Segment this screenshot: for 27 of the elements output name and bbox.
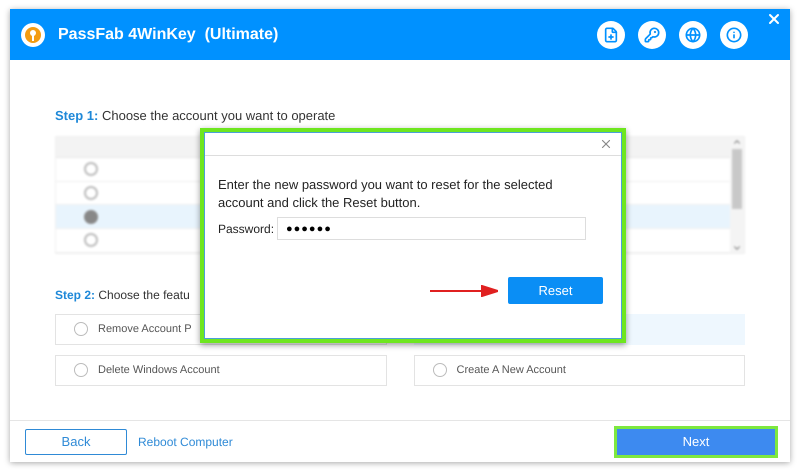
radio-button[interactable] <box>84 186 98 200</box>
globe-icon[interactable] <box>679 21 707 49</box>
logo-icon <box>20 22 46 48</box>
feature-option[interactable]: Create A New Account <box>414 354 745 386</box>
reset-button[interactable]: Reset <box>508 277 603 304</box>
info-icon[interactable] <box>720 21 748 49</box>
feature-option[interactable]: Delete Windows Account <box>55 354 386 386</box>
next-button[interactable]: Next <box>617 428 775 454</box>
key-icon[interactable] <box>638 21 666 49</box>
step-instruction: Choose the account you want to operate <box>102 108 336 123</box>
step-label: Step 2: <box>55 288 96 302</box>
close-icon[interactable] <box>599 137 613 151</box>
scrollbar[interactable] <box>730 136 744 252</box>
radio-button[interactable] <box>84 162 98 176</box>
arrow-icon <box>430 284 498 296</box>
reboot-link[interactable]: Reboot Computer <box>138 432 233 450</box>
password-label: Password: <box>218 220 276 238</box>
radio-button[interactable] <box>84 210 98 224</box>
password-field[interactable]: ●●●●●● <box>277 217 586 240</box>
radio-button[interactable] <box>84 233 98 248</box>
add-note-icon[interactable] <box>597 21 625 49</box>
dialog-message: Enter the new password you want to reset for the selected account and click the Reset button. <box>218 176 554 212</box>
close-icon[interactable] <box>766 11 782 27</box>
step-instruction: Choose the featu <box>98 288 190 302</box>
window-title: PassFab 4WinKey (Ultimate) <box>58 24 278 44</box>
step-label: Step 1: <box>55 108 98 123</box>
back-button[interactable]: Back <box>25 428 127 454</box>
